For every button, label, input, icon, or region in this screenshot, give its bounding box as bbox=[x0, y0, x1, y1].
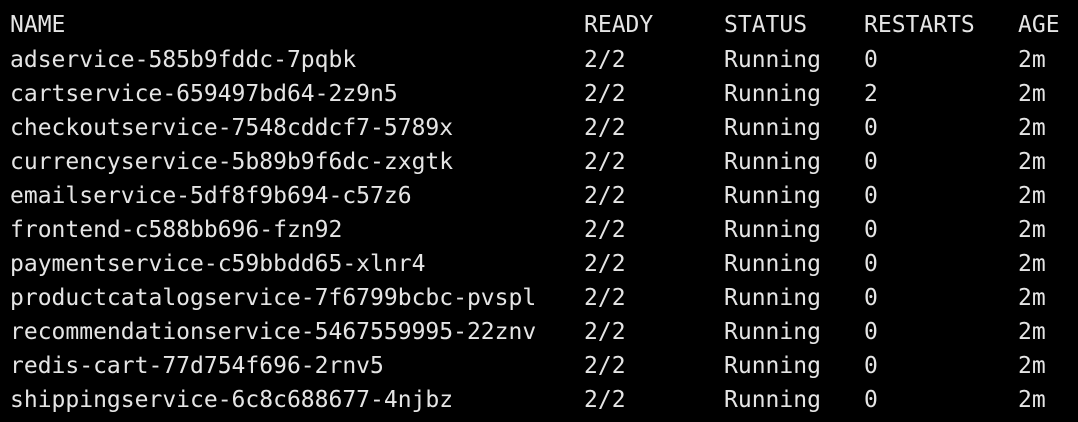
pod-status: Running bbox=[724, 285, 821, 311]
terminal-window[interactable]: NAME READY STATUS RESTARTS AGE adservice… bbox=[0, 0, 1078, 422]
pod-name: adservice-585b9fddc-7pqbk bbox=[10, 47, 357, 73]
pod-ready: 2/2 bbox=[584, 251, 626, 277]
pod-age: 2m bbox=[1018, 353, 1046, 379]
pod-restarts: 0 bbox=[864, 251, 878, 277]
pod-restarts: 0 bbox=[864, 47, 878, 73]
pod-age: 2m bbox=[1018, 115, 1046, 141]
pod-restarts: 0 bbox=[864, 115, 878, 141]
pod-age: 2m bbox=[1018, 285, 1046, 311]
pod-age: 2m bbox=[1018, 149, 1046, 175]
pod-age: 2m bbox=[1018, 217, 1046, 243]
pod-status: Running bbox=[724, 47, 821, 73]
pod-restarts: 0 bbox=[864, 183, 878, 209]
pod-age: 2m bbox=[1018, 319, 1046, 345]
pod-status: Running bbox=[724, 81, 821, 107]
pod-name: checkoutservice-7548cddcf7-5789x bbox=[10, 115, 454, 141]
pod-name: redis-cart-77d754f696-2rnv5 bbox=[10, 353, 384, 379]
pod-name: frontend-c588bb696-fzn92 bbox=[10, 217, 343, 243]
pod-status: Running bbox=[724, 183, 821, 209]
pod-ready: 2/2 bbox=[584, 387, 626, 413]
pod-restarts: 0 bbox=[864, 149, 878, 175]
pod-age: 2m bbox=[1018, 387, 1046, 413]
pod-name: recommendationservice-5467559995-22znv bbox=[10, 319, 537, 345]
pod-status: Running bbox=[724, 115, 821, 141]
pod-status: Running bbox=[724, 319, 821, 345]
pod-restarts: 2 bbox=[864, 81, 878, 107]
column-header-name: NAME bbox=[10, 12, 66, 38]
pod-restarts: 0 bbox=[864, 387, 878, 413]
pod-ready: 2/2 bbox=[584, 285, 626, 311]
column-header-ready: READY bbox=[584, 12, 654, 38]
pod-status: Running bbox=[724, 149, 821, 175]
pod-ready: 2/2 bbox=[584, 353, 626, 379]
pod-name: cartservice-659497bd64-2z9n5 bbox=[10, 81, 398, 107]
pod-ready: 2/2 bbox=[584, 319, 626, 345]
pod-status: Running bbox=[724, 251, 821, 277]
pod-status: Running bbox=[724, 387, 821, 413]
pod-ready: 2/2 bbox=[584, 183, 626, 209]
pod-name: currencyservice-5b89b9f6dc-zxgtk bbox=[10, 149, 454, 175]
pod-ready: 2/2 bbox=[584, 217, 626, 243]
pod-age: 2m bbox=[1018, 251, 1046, 277]
pod-name: paymentservice-c59bbdd65-xlnr4 bbox=[10, 251, 426, 277]
pod-name: shippingservice-6c8c688677-4njbz bbox=[10, 387, 454, 413]
pod-name: emailservice-5df8f9b694-c57z6 bbox=[10, 183, 412, 209]
column-header-age: AGE bbox=[1018, 12, 1060, 38]
pod-restarts: 0 bbox=[864, 319, 878, 345]
pod-status: Running bbox=[724, 217, 821, 243]
pod-ready: 2/2 bbox=[584, 81, 626, 107]
pod-ready: 2/2 bbox=[584, 47, 626, 73]
pod-age: 2m bbox=[1018, 47, 1046, 73]
pod-ready: 2/2 bbox=[584, 149, 626, 175]
column-header-status: STATUS bbox=[724, 12, 808, 38]
pod-restarts: 0 bbox=[864, 353, 878, 379]
pod-age: 2m bbox=[1018, 81, 1046, 107]
pod-name: productcatalogservice-7f6799bcbc-pvspl bbox=[10, 285, 537, 311]
pod-restarts: 0 bbox=[864, 217, 878, 243]
column-header-restarts: RESTARTS bbox=[864, 12, 975, 38]
pod-status: Running bbox=[724, 353, 821, 379]
pod-ready: 2/2 bbox=[584, 115, 626, 141]
pod-restarts: 0 bbox=[864, 285, 878, 311]
pod-age: 2m bbox=[1018, 183, 1046, 209]
